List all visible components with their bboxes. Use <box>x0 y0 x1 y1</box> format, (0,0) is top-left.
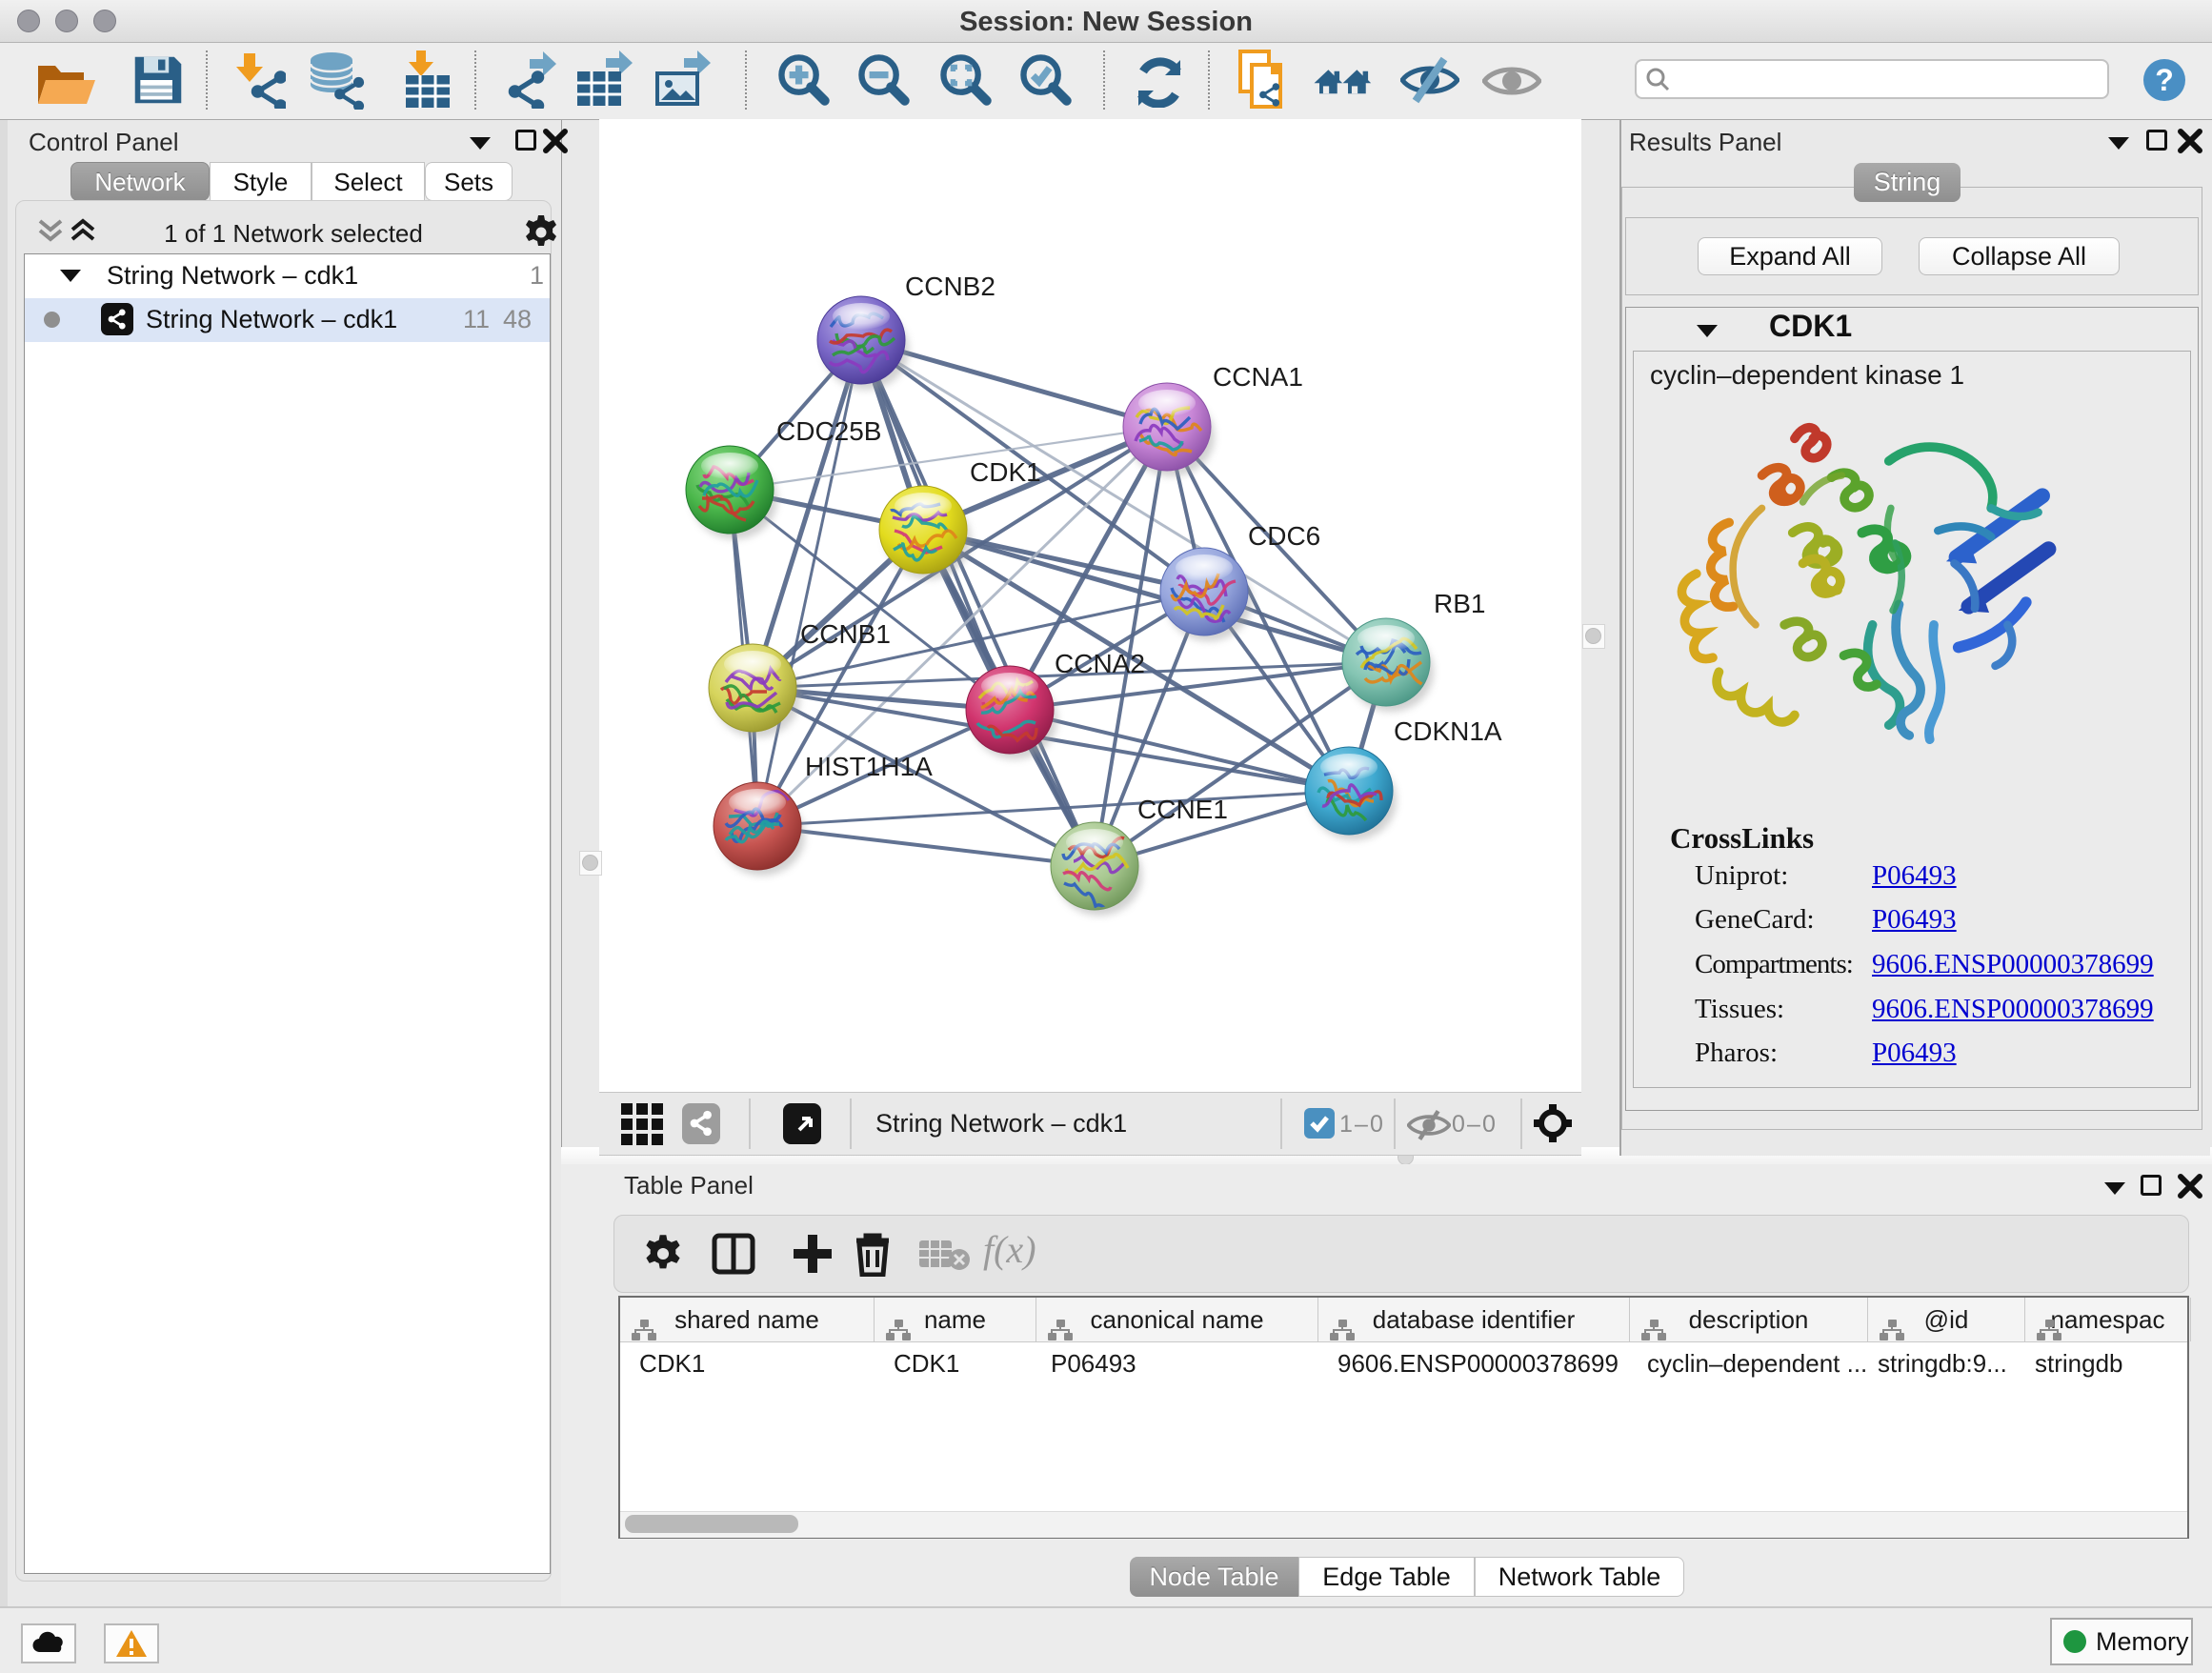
svg-text:CCNA2: CCNA2 <box>1055 649 1145 678</box>
svg-text:CDC25B: CDC25B <box>776 416 881 446</box>
svg-text:RB1: RB1 <box>1434 589 1485 618</box>
svg-text:CCNB2: CCNB2 <box>905 272 995 301</box>
svg-text:CDKN1A: CDKN1A <box>1394 716 1502 746</box>
svg-text:HIST1H1A: HIST1H1A <box>805 752 933 781</box>
svg-text:CCNB1: CCNB1 <box>800 619 891 649</box>
svg-text:CDC6: CDC6 <box>1248 521 1320 551</box>
svg-text:CCNE1: CCNE1 <box>1137 795 1228 824</box>
svg-text:CCNA1: CCNA1 <box>1213 362 1303 392</box>
svg-text:CDK1: CDK1 <box>970 457 1041 487</box>
